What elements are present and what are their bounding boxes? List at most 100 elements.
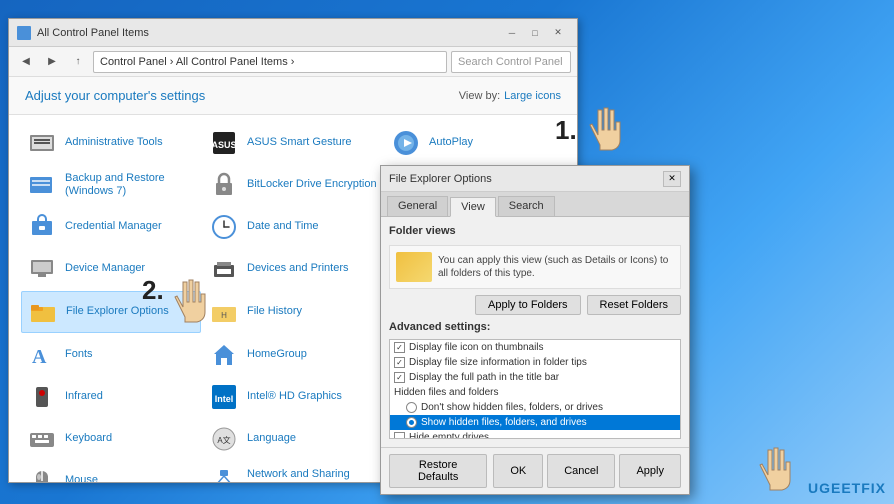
network-icon [209,466,239,482]
bitlocker-label: BitLocker Drive Encryption [247,178,377,191]
list-item[interactable]: ✓ Display file icon on thumbnails [390,340,680,355]
dialog-cursor [750,440,800,500]
reset-folders-button[interactable]: Reset Folders [587,295,681,315]
file-explorer-label: File Explorer Options [66,305,169,318]
feo-close-button[interactable]: ✕ [663,171,681,187]
list-item[interactable]: Mouse [21,461,201,482]
feo-body: Folder views You can apply this view (su… [381,217,689,447]
checkbox-thumbnails-label: Display file icon on thumbnails [409,342,544,353]
close-button[interactable]: ✕ [547,24,569,42]
maximize-button[interactable]: □ [524,24,546,42]
devices-printers-label: Devices and Printers [247,262,349,275]
search-bar[interactable]: Search Control Panel [451,51,571,73]
list-item[interactable]: ✓ Display file size information in folde… [390,355,680,370]
cp-titlebar: All Control Panel Items ─ □ ✕ [9,19,577,47]
infrared-label: Infrared [65,390,103,403]
search-placeholder: Search Control Panel [458,56,563,68]
checkbox-fullpath-label: Display the full path in the title bar [409,372,559,383]
infrared-icon [27,382,57,412]
up-button[interactable]: ↑ [67,51,89,73]
radio-show-hidden[interactable] [406,417,417,428]
keyboard-icon [27,424,57,454]
feo-bottom-buttons: Restore Defaults OK Cancel Apply [381,447,689,494]
address-bar[interactable]: Control Panel › All Control Panel Items … [93,51,447,73]
list-item[interactable]: Infrared [21,377,201,417]
hidden-files-label: Hidden files and folders [394,387,499,398]
back-button[interactable]: ◀ [15,51,37,73]
folder-views-text: You can apply this view (such as Details… [438,254,674,280]
apply-button[interactable]: Apply [619,454,681,488]
svg-text:ASUS: ASUS [211,140,236,150]
list-item[interactable]: Keyboard [21,419,201,459]
tab-view[interactable]: View [450,197,496,217]
checkbox-empty-drives[interactable] [394,432,405,439]
file-history-label: File History [247,305,302,318]
list-item[interactable]: Devices and Printers [203,249,383,289]
checkbox-filesize[interactable]: ✓ [394,357,405,368]
forward-button[interactable]: ▶ [41,51,63,73]
feo-tabs: General View Search [381,192,689,217]
viewby-value[interactable]: Large icons [504,90,561,102]
cp-viewbar: Adjust your computer's settings View by:… [9,77,577,115]
desktop: All Control Panel Items ─ □ ✕ ◀ ▶ ↑ Cont… [0,0,894,504]
radio-dot [409,420,414,425]
checkbox-thumbnails[interactable]: ✓ [394,342,405,353]
step1-cursor [580,100,630,160]
checkbox-fullpath[interactable]: ✓ [394,372,405,383]
cp-navbar: ◀ ▶ ↑ Control Panel › All Control Panel … [9,47,577,77]
minimize-button[interactable]: ─ [501,24,523,42]
bitlocker-icon [209,170,239,200]
datetime-label: Date and Time [247,220,319,233]
list-item[interactable]: A文 Language [203,419,383,459]
cp-window-icon [17,26,31,40]
homegroup-label: HomeGroup [247,348,307,361]
asus-icon: ASUS [209,128,239,158]
list-item[interactable]: ASUS ASUS Smart Gesture [203,123,383,163]
list-item[interactable]: BitLocker Drive Encryption [203,165,383,205]
list-item[interactable]: Network and Sharing Center [203,461,383,482]
list-item[interactable]: HomeGroup [203,335,383,375]
language-icon: A文 [209,424,239,454]
svg-text:Intel: Intel [215,394,234,404]
feo-dialog: File Explorer Options ✕ General View Sea… [380,165,690,495]
credential-icon [27,212,57,242]
list-item[interactable]: Hide empty drives [390,430,680,439]
file-explorer-icon [28,297,58,327]
list-item[interactable]: A Fonts [21,335,201,375]
list-item[interactable]: AutoPlay [385,123,565,163]
tab-search[interactable]: Search [498,196,555,216]
list-item[interactable]: Administrative Tools [21,123,201,163]
advanced-settings-list: ✓ Display file icon on thumbnails ✓ Disp… [389,339,681,439]
advanced-settings-label: Advanced settings: [389,321,681,333]
tab-general[interactable]: General [387,196,448,216]
svg-text:A: A [32,346,47,368]
list-item[interactable]: Credential Manager [21,207,201,247]
list-item[interactable]: ✓ Display the full path in the title bar [390,370,680,385]
admin-tools-icon [27,128,57,158]
feo-titlebar: File Explorer Options ✕ [381,166,689,192]
list-item[interactable]: Backup and Restore (Windows 7) [21,165,201,205]
folder-view-buttons: Apply to Folders Reset Folders [389,295,681,315]
apply-to-folders-button[interactable]: Apply to Folders [475,295,580,315]
keyboard-label: Keyboard [65,432,112,445]
viewbar-title: Adjust your computer's settings [25,88,459,103]
fonts-label: Fonts [65,348,93,361]
address-text: Control Panel › All Control Panel Items … [100,56,294,68]
language-label: Language [247,432,296,445]
fonts-icon: A [27,340,57,370]
restore-defaults-button[interactable]: Restore Defaults [389,454,487,488]
step1-label: 1. [555,115,577,146]
ok-button[interactable]: OK [493,454,543,488]
radio-dont-show[interactable] [406,402,417,413]
list-item[interactable]: Intel Intel® HD Graphics [203,377,383,417]
list-item[interactable]: Show hidden files, folders, and drives [390,415,680,430]
list-item[interactable]: H File History [203,291,383,333]
list-item[interactable]: Don't show hidden files, folders, or dri… [390,400,680,415]
window-controls: ─ □ ✕ [501,24,569,42]
network-label: Network and Sharing Center [247,468,377,482]
asus-label: ASUS Smart Gesture [247,136,352,149]
checkbox-filesize-label: Display file size information in folder … [409,357,587,368]
list-item[interactable]: Date and Time [203,207,383,247]
autoplay-label: AutoPlay [429,136,473,149]
cancel-button[interactable]: Cancel [547,454,615,488]
